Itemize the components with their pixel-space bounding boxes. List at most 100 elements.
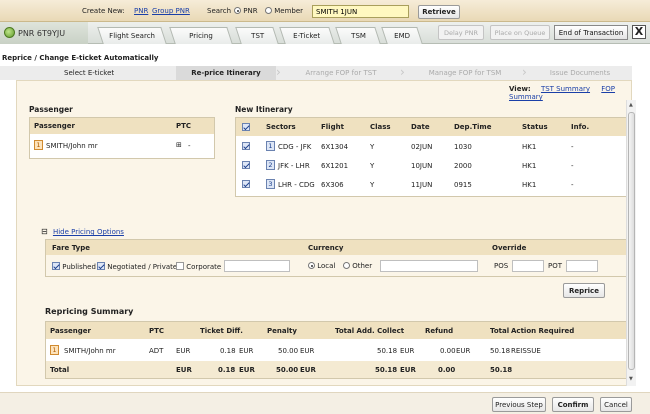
- pot-input[interactable]: [566, 260, 598, 272]
- summary-ptc: ADT: [149, 347, 164, 355]
- checkbox-checked-icon: [52, 262, 60, 270]
- published-checkbox[interactable]: Published: [52, 262, 96, 271]
- total-penalty-currency: EUR: [239, 366, 255, 374]
- segment-number-badge: 2: [266, 160, 275, 170]
- create-new-label: Create New:: [82, 7, 125, 15]
- tab-emd[interactable]: EMD: [381, 27, 423, 44]
- view-label: View:: [509, 85, 531, 93]
- end-of-transaction-button[interactable]: End of Transaction: [554, 25, 628, 40]
- scroll-up-icon[interactable]: ▲: [629, 102, 633, 108]
- fare-type-label: Fare Type: [52, 244, 90, 252]
- total-add-collect-currency: EUR: [300, 366, 316, 374]
- itinerary-table-header: Sectors Flight Class Date Dep.Time Statu…: [236, 118, 626, 136]
- hide-pricing-options-link[interactable]: Hide Pricing Options: [53, 228, 124, 236]
- scroll-down-icon[interactable]: ▼: [629, 376, 633, 382]
- total-amount: 50.18: [490, 347, 511, 355]
- tab-flight-search[interactable]: Flight Search: [97, 27, 167, 44]
- segment-date: 02JUN: [411, 143, 433, 151]
- tab-eticket[interactable]: E-Ticket: [279, 27, 335, 44]
- tab-emd-label: EMD: [394, 32, 411, 40]
- passenger-col-header: Passenger: [34, 122, 75, 130]
- passenger-number-badge: 1: [34, 140, 43, 150]
- segment-checkbox[interactable]: [242, 180, 250, 189]
- tab-pricing[interactable]: Pricing: [169, 27, 233, 44]
- radio-selected-icon: [308, 262, 315, 269]
- scrollbar-thumb[interactable]: [628, 112, 635, 370]
- collapse-icon: ⊟: [41, 227, 48, 236]
- itinerary-select-all-checkbox[interactable]: [242, 123, 250, 132]
- corporate-code-input[interactable]: [224, 260, 290, 272]
- segment-checkbox[interactable]: [242, 161, 250, 170]
- radio-member[interactable]: Member: [265, 7, 303, 15]
- segment-sector: LHR - CDG: [278, 181, 315, 189]
- tab-flight-search-label: Flight Search: [109, 32, 156, 40]
- radio-pnr[interactable]: PNR: [234, 7, 258, 15]
- local-label: Local: [317, 262, 336, 270]
- segment-flight: 6X1201: [321, 162, 349, 170]
- summary-total-row: Total EUR 0.18 EUR 50.00 EUR 50.18 EUR 0…: [46, 361, 626, 378]
- cancel-button[interactable]: Cancel: [600, 397, 632, 412]
- date-col-header: Date: [411, 123, 430, 131]
- currency-local-radio[interactable]: Local: [308, 262, 335, 270]
- radio-member-label: Member: [274, 7, 304, 15]
- tab-tst[interactable]: TST: [235, 27, 279, 44]
- step-issue-documents-label: Issue Documents: [549, 69, 611, 77]
- close-icon[interactable]: X: [632, 25, 646, 39]
- passenger-ptc: -: [188, 142, 191, 150]
- page-title: Reprice / Change E-ticket Automatically: [2, 54, 159, 62]
- summary-action-header: Action Required: [511, 327, 575, 335]
- search-label: Search: [207, 7, 232, 15]
- tab-tsm[interactable]: TSM: [335, 27, 381, 44]
- passenger-section-title: Passenger: [29, 105, 73, 114]
- step-arrange-fop-tst: Arrange FOP for TST: [284, 66, 398, 80]
- search-input[interactable]: [312, 5, 409, 18]
- segment-class: Y: [370, 143, 375, 151]
- other-currency-input[interactable]: [380, 260, 478, 272]
- itinerary-table: Sectors Flight Class Date Dep.Time Statu…: [235, 117, 627, 197]
- tst-summary-link[interactable]: TST Summary: [541, 85, 590, 93]
- pricing-options-panel: Fare Type Currency Override Published Ne…: [45, 239, 627, 277]
- refund-amount: 0.00: [440, 347, 456, 355]
- confirm-button[interactable]: Confirm: [552, 397, 594, 412]
- segment-time: 0915: [454, 181, 472, 189]
- total-currency: EUR: [456, 347, 471, 355]
- step-manage-fop-tsm-label: Manage FOP for TSM: [428, 69, 502, 77]
- summary-passenger-name: SMITH/John mr: [64, 347, 116, 355]
- segment-date: 11JUN: [411, 181, 433, 189]
- add-collect-amount: 50.18: [377, 347, 398, 355]
- pos-label: POS: [494, 262, 509, 270]
- action-required: REISSUE: [511, 347, 541, 355]
- step-select-eticket-label: Select E-ticket: [64, 69, 115, 77]
- reprice-button[interactable]: Reprice: [563, 283, 605, 298]
- negotiated-checkbox[interactable]: Negotiated / Private: [97, 262, 177, 271]
- total-penalty-amount: 50.00: [276, 366, 299, 374]
- step-chevron-icon: ›: [400, 65, 405, 79]
- pos-input[interactable]: [512, 260, 544, 272]
- step-arrange-fop-tst-label: Arrange FOP for TST: [305, 69, 377, 77]
- repricing-summary-table: Passenger PTC Ticket Diff. Penalty Total…: [45, 321, 627, 379]
- hide-pricing-options-toggle[interactable]: ⊟ Hide Pricing Options: [41, 227, 124, 236]
- segment-time: 1030: [454, 143, 472, 151]
- add-collect-currency: EUR: [300, 347, 315, 355]
- delay-pnr-button[interactable]: Delay PNR: [438, 25, 484, 40]
- total-refund-amount: 0.00: [438, 366, 456, 374]
- retrieve-button[interactable]: Retrieve: [418, 5, 460, 19]
- passenger-name: SMITH/John mr: [46, 142, 98, 150]
- pnr-tab[interactable]: PNR 6T9YJU: [0, 22, 88, 44]
- create-group-pnr-link[interactable]: Group PNR: [152, 7, 190, 15]
- refund-currency: EUR: [400, 347, 415, 355]
- segment-sector: JFK - LHR: [278, 162, 310, 170]
- segment-number-badge: 1: [266, 141, 275, 151]
- create-pnr-link[interactable]: PNR: [134, 7, 148, 15]
- total-ticket-diff-currency: EUR: [176, 366, 192, 374]
- vertical-scrollbar[interactable]: ▲ ▼: [626, 100, 636, 386]
- summary-penalty-header: Penalty: [267, 327, 297, 335]
- place-on-queue-button[interactable]: Place on Queue: [490, 25, 550, 40]
- segment-checkbox[interactable]: [242, 142, 250, 151]
- expand-icon[interactable]: ⊞: [176, 141, 182, 149]
- deptime-col-header: Dep.Time: [454, 123, 492, 131]
- currency-other-radio[interactable]: Other: [343, 262, 372, 270]
- step-select-eticket[interactable]: Select E-ticket: [0, 66, 176, 80]
- corporate-checkbox[interactable]: Corporate: [176, 262, 221, 271]
- previous-step-button[interactable]: Previous Step: [492, 397, 546, 412]
